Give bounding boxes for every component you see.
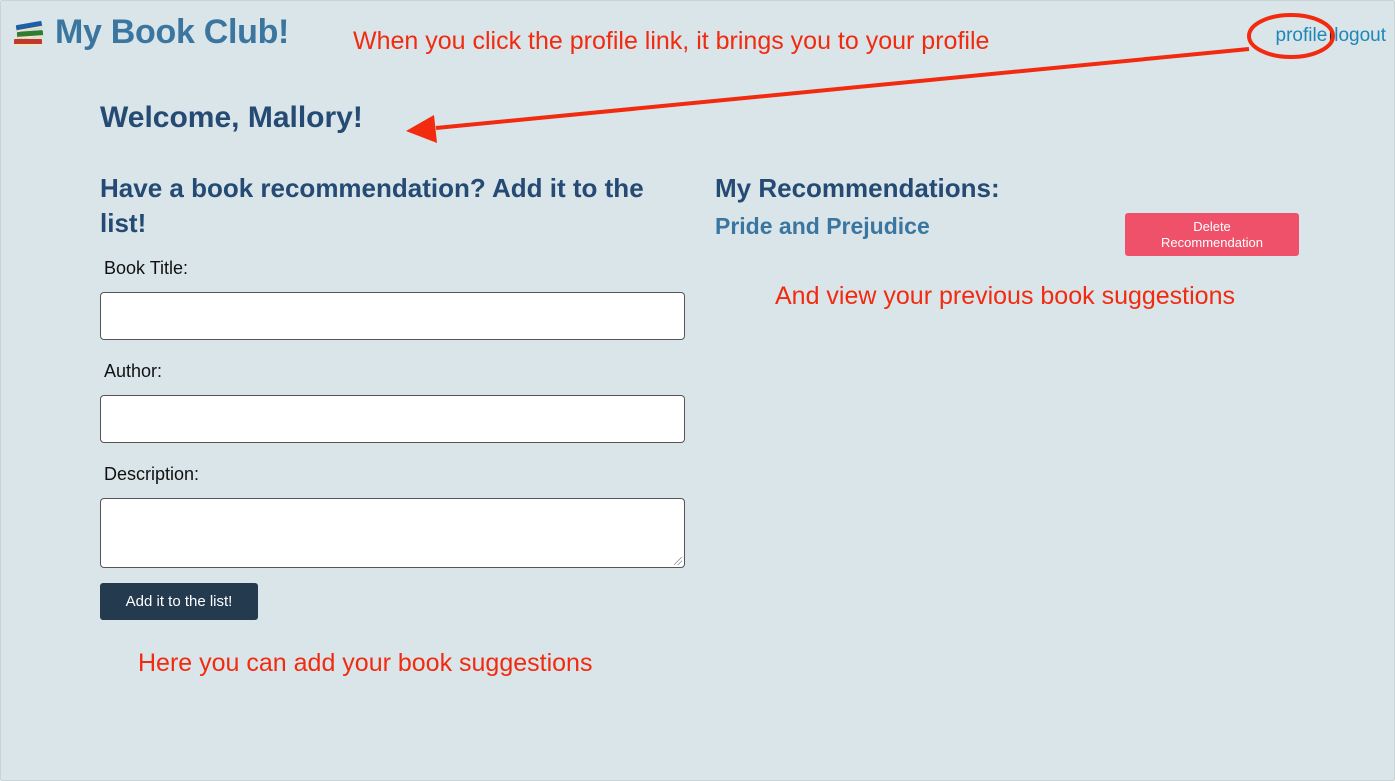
arrow-head-icon	[406, 115, 437, 143]
annotation-arrow	[406, 13, 1335, 143]
profile-highlight-circle	[1247, 13, 1335, 59]
arrow-line	[435, 47, 1250, 130]
page: My Book Club! profile|logout Welcome, Ma…	[0, 0, 1395, 781]
